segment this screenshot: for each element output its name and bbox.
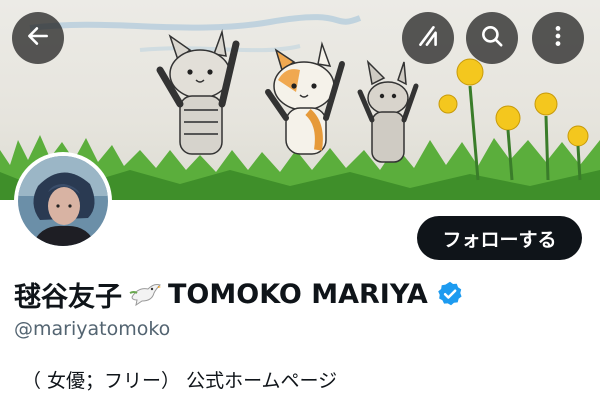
dove-of-peace-icon — [128, 279, 162, 309]
search-icon — [479, 23, 505, 53]
display-name-en: TOMOKO MARIYA — [168, 278, 428, 310]
follow-button[interactable]: フォローする — [417, 216, 582, 260]
search-button[interactable] — [466, 12, 518, 64]
more-button[interactable] — [532, 12, 584, 64]
verified-badge-icon[interactable] — [436, 280, 464, 308]
display-name-ja: 毬谷友子 — [14, 281, 122, 313]
back-button[interactable] — [12, 12, 64, 64]
avatar[interactable] — [14, 152, 112, 250]
profile-bio: （ 女優；フリー） 公式ホームページ — [22, 370, 338, 392]
arrow-left-icon — [25, 23, 51, 53]
grok-icon — [415, 23, 441, 53]
profile-handle: @mariyatomoko — [14, 318, 171, 340]
grok-button[interactable] — [402, 12, 454, 64]
more-vertical-icon — [545, 23, 571, 53]
avatar-photo — [18, 156, 108, 246]
display-name: 毬谷友子 TOMOKO MARIYA — [14, 276, 464, 313]
